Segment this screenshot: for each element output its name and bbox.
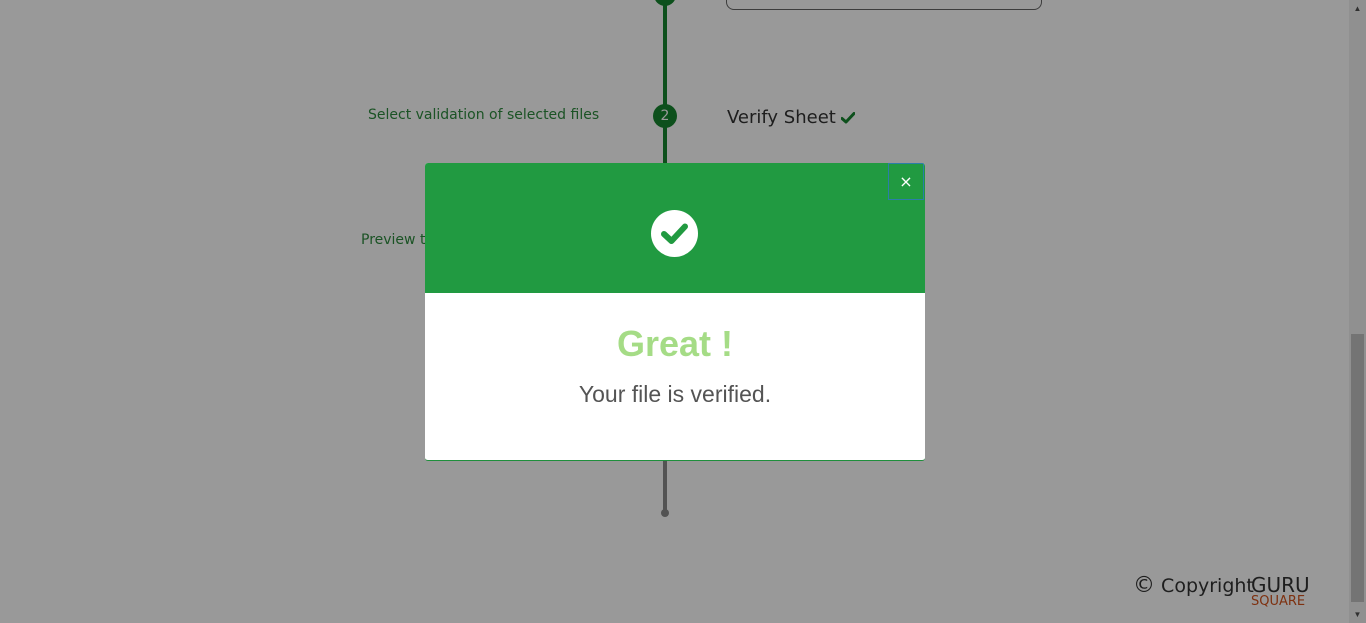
modal-message: Your file is verified. bbox=[578, 381, 772, 407]
modal-header: × bbox=[425, 163, 925, 293]
page: 2 Select validation of selected files Ve… bbox=[0, 0, 1366, 623]
modal-title: Great ! bbox=[616, 323, 734, 364]
close-button[interactable]: × bbox=[888, 163, 924, 200]
check-circle-icon bbox=[651, 210, 698, 257]
success-modal: × Great ! Your file is verified. bbox=[425, 163, 925, 461]
